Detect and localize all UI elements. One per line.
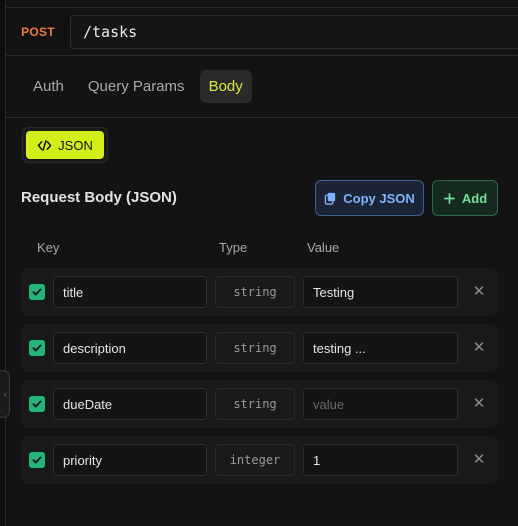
section-title: Request Body (JSON) — [21, 189, 177, 206]
row-enabled-checkbox[interactable] — [29, 452, 45, 468]
row-enabled-checkbox[interactable] — [29, 396, 45, 412]
table-row: priority integer 1 ✕ — [21, 436, 498, 484]
add-field-label: Add — [461, 190, 488, 206]
remove-row-icon[interactable]: ✕ — [469, 281, 489, 301]
remove-row-icon[interactable]: ✕ — [469, 337, 489, 357]
panel-resize-handle[interactable]: ‹ — [0, 370, 10, 418]
request-url-bar: POST /tasks — [6, 8, 518, 56]
row-enabled-checkbox[interactable] — [29, 340, 45, 356]
key-input[interactable]: priority — [53, 444, 207, 476]
tab-query-params[interactable]: Query Params — [79, 70, 194, 103]
value-input[interactable]: testing ... — [303, 332, 458, 364]
column-header-value: Value — [307, 240, 340, 255]
value-input[interactable]: value — [303, 388, 458, 420]
copy-json-label: Copy JSON — [343, 190, 415, 206]
url-input[interactable]: /tasks — [70, 15, 518, 49]
key-input[interactable]: title — [53, 276, 207, 308]
code-icon — [37, 139, 52, 151]
url-text: /tasks — [83, 23, 138, 41]
http-method[interactable]: POST — [6, 25, 70, 39]
column-header-type: Type — [219, 240, 248, 255]
table-row: dueDate string value ✕ — [21, 380, 498, 428]
body-format-selector: JSON — [22, 127, 108, 163]
remove-row-icon[interactable]: ✕ — [469, 449, 489, 469]
copy-json-button[interactable]: Copy JSON — [315, 180, 424, 216]
json-format-label: JSON — [58, 137, 93, 153]
check-icon — [32, 288, 42, 296]
row-enabled-checkbox[interactable] — [29, 284, 45, 300]
copy-icon — [324, 192, 336, 205]
value-input[interactable]: Testing — [303, 276, 458, 308]
check-icon — [32, 456, 42, 464]
check-icon — [32, 400, 42, 408]
table-row: description string testing ... ✕ — [21, 324, 498, 372]
top-divider — [6, 0, 518, 8]
add-field-button[interactable]: Add — [432, 180, 498, 216]
tab-body[interactable]: Body — [199, 70, 252, 103]
value-input[interactable]: 1 — [303, 444, 458, 476]
plus-icon — [443, 192, 455, 204]
tab-auth[interactable]: Auth — [24, 70, 73, 103]
type-label: integer — [215, 444, 295, 476]
request-tabs: Auth Query Params Body — [6, 56, 518, 118]
key-input[interactable]: dueDate — [53, 388, 207, 420]
check-icon — [32, 344, 42, 352]
column-header-key: Key — [37, 240, 60, 255]
key-input[interactable]: description — [53, 332, 207, 364]
remove-row-icon[interactable]: ✕ — [469, 393, 489, 413]
type-label: string — [215, 276, 295, 308]
type-label: string — [215, 332, 295, 364]
chevron-left-icon: ‹ — [3, 388, 7, 400]
table-row: title string Testing ✕ — [21, 268, 498, 316]
json-format-button[interactable]: JSON — [26, 131, 104, 159]
type-label: string — [215, 388, 295, 420]
